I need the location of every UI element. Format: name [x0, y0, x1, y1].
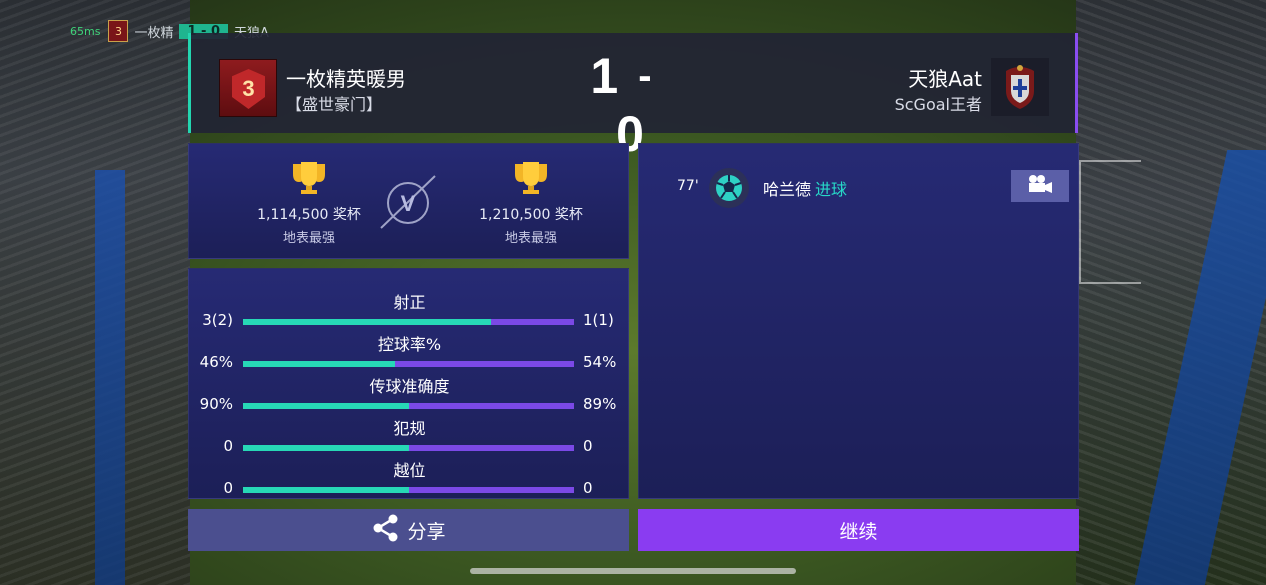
- stat-home-value: 90%: [199, 395, 233, 413]
- stat-bar-home-fill: [243, 319, 492, 325]
- ad-board-left: [95, 170, 125, 585]
- stat-pass-accuracy: 传球准确度 90% 89%: [189, 373, 630, 415]
- home-rank-number: 3: [242, 76, 255, 101]
- trophy-icon: [229, 160, 389, 200]
- stat-home-value: 46%: [199, 353, 233, 371]
- stat-away-value: 54%: [583, 353, 617, 371]
- stat-home-value: 0: [223, 437, 233, 455]
- match-stats-panel: 射正 3(2) 1(1) 控球率% 46% 54% 传球准确度 90% 89% …: [188, 268, 629, 499]
- mini-home-name: 一枚精: [134, 25, 174, 41]
- football-icon: [709, 168, 749, 208]
- goal-net: [1079, 160, 1141, 284]
- stat-bar: [243, 319, 574, 325]
- away-club-name: ScGoal王者: [894, 95, 982, 114]
- stat-away-value: 89%: [583, 395, 617, 413]
- stat-bar: [243, 445, 574, 451]
- portugal-crest-icon: [991, 58, 1049, 116]
- score-home: 1: [590, 48, 621, 104]
- trophy-comparison-panel: 1,114,500 奖杯 地表最强 V 1,210,500 奖杯 地表最强: [188, 143, 629, 259]
- away-tier-label: 地表最强: [504, 231, 557, 246]
- stat-home-value: 3(2): [202, 311, 233, 329]
- share-label: 分享: [407, 520, 446, 543]
- mini-rank-badge: 3: [108, 20, 129, 42]
- match-header: 3 一枚精英暖男 【盛世豪门】 1 -0 天狼Aat ScGoal王者: [188, 33, 1078, 162]
- stat-bar: [243, 487, 574, 493]
- stat-bar: [243, 403, 574, 409]
- ping-indicator: 65ms: [70, 24, 101, 38]
- stat-shots-on-target: 射正 3(2) 1(1): [189, 289, 630, 331]
- home-rank-badge: 3: [219, 59, 277, 117]
- stat-away-value: 0: [583, 479, 593, 497]
- versus-label: V: [401, 191, 416, 216]
- stat-fouls: 犯规 0 0: [189, 415, 630, 457]
- versus-icon: V: [375, 170, 441, 236]
- video-camera-icon: [1027, 174, 1053, 198]
- event-player: 哈兰德: [763, 180, 812, 199]
- home-trophy-block: 1,114,500 奖杯 地表最强: [229, 160, 389, 246]
- stat-title: 犯规: [393, 419, 426, 438]
- stat-away-value: 0: [583, 437, 593, 455]
- stat-offsides: 越位 0 0: [189, 457, 630, 499]
- stat-bar-home-fill: [243, 403, 409, 409]
- stat-bar: [243, 361, 574, 367]
- home-club-name: 【盛世豪门】: [286, 95, 383, 114]
- stat-bar-home-fill: [243, 445, 409, 451]
- stat-title: 控球率%: [377, 335, 442, 354]
- event-description: 哈兰德 进球: [763, 176, 847, 200]
- away-trophy-block: 1,210,500 奖杯 地表最强: [451, 160, 611, 246]
- away-trophy-count: 1,210,500 奖杯: [479, 207, 583, 223]
- stat-possession: 控球率% 46% 54%: [189, 331, 630, 373]
- match-events-panel: 77' 哈兰德 进球: [638, 143, 1079, 499]
- share-icon: [371, 513, 407, 548]
- home-tier-label: 地表最强: [282, 231, 335, 246]
- trophy-icon: [451, 160, 611, 200]
- away-player-name: 天狼Aat: [908, 67, 982, 91]
- stat-away-value: 1(1): [583, 311, 614, 329]
- stat-bar-home-fill: [243, 487, 409, 493]
- continue-label: 继续: [839, 520, 878, 543]
- share-button[interactable]: 分享: [188, 509, 629, 551]
- home-player-name: 一枚精英暖男: [286, 67, 406, 91]
- home-trophy-count: 1,114,500 奖杯: [257, 207, 361, 223]
- stat-home-value: 0: [223, 479, 233, 497]
- rank-shield-icon: 3: [232, 69, 265, 109]
- event-type: 进球: [815, 180, 848, 199]
- stat-title: 越位: [393, 461, 426, 480]
- score-separator: -: [638, 54, 654, 98]
- continue-button[interactable]: 继续: [638, 509, 1079, 551]
- stat-bar-home-fill: [243, 361, 396, 367]
- stat-title: 传球准确度: [369, 377, 450, 396]
- replay-video-button[interactable]: [1011, 170, 1069, 202]
- event-minute: 77': [677, 178, 699, 194]
- home-indicator-bar[interactable]: [470, 568, 796, 574]
- stat-title: 射正: [393, 293, 426, 312]
